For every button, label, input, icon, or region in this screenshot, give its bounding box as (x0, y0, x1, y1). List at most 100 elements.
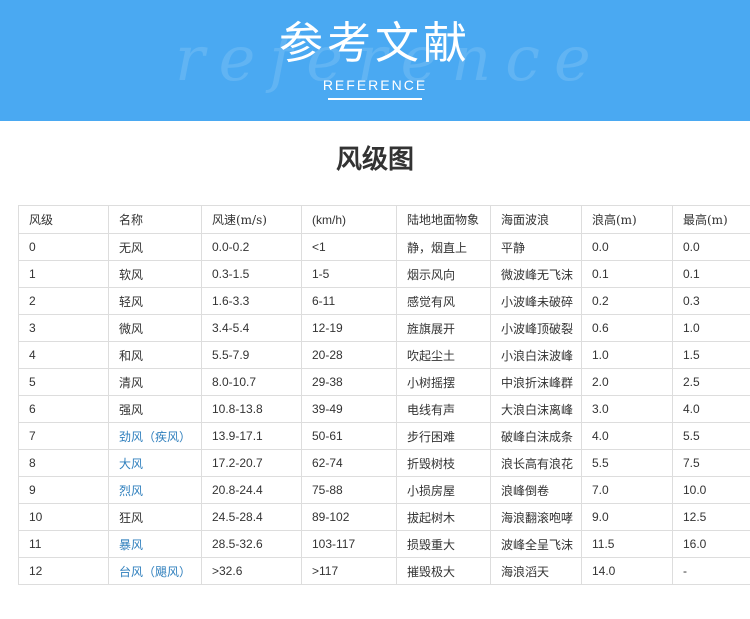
cell-land-phenomena: 静，烟直上 (396, 233, 491, 261)
cell-speed-ms: 8.0-10.7 (201, 368, 302, 396)
cell-speed-kmh: 29-38 (301, 368, 397, 396)
cell-land-phenomena: 小损房屋 (396, 476, 491, 504)
cell-name[interactable]: 台风（飓风） (108, 557, 202, 585)
cell-max-height: 5.5 (672, 422, 750, 450)
table-row: 11 暴风 28.5-32.6 103-117 损毁重大 波峰全呈飞沫 11.5 16.0 (18, 530, 750, 558)
cell-wave-height: 4.0 (581, 422, 673, 450)
cell-speed-ms: 0.0-0.2 (201, 233, 302, 261)
cell-wave-height: 14.0 (581, 557, 673, 585)
header-land-phenomena: 陆地地面物象 (396, 205, 491, 234)
cell-speed-kmh: <1 (301, 233, 397, 261)
cell-speed-kmh: 75-88 (301, 476, 397, 504)
cell-speed-kmh: 103-117 (301, 530, 397, 558)
cell-land-phenomena: 电线有声 (396, 395, 491, 423)
cell-level: 8 (18, 449, 109, 477)
cell-sea-waves: 微波峰无飞沫 (490, 260, 582, 288)
cell-max-height: 0.0 (672, 233, 750, 261)
wind-scale-table: 风级 名称 风速(m/s) (km/h) 陆地地面物象 海面波浪 浪高(m) 最… (18, 205, 750, 585)
cell-max-height: 2.5 (672, 368, 750, 396)
cell-sea-waves: 海浪滔天 (490, 557, 582, 585)
cell-max-height: 10.0 (672, 476, 750, 504)
cell-wave-height: 11.5 (581, 530, 673, 558)
cell-level: 9 (18, 476, 109, 504)
cell-name: 微风 (108, 314, 202, 342)
table-row: 12 台风（飓风） >32.6 >117 摧毁极大 海浪滔天 14.0- (18, 557, 750, 585)
cell-name: 狂风 (108, 503, 202, 531)
cell-speed-kmh: 1-5 (301, 260, 397, 288)
cell-speed-ms: 17.2-20.7 (201, 449, 302, 477)
header-wave-height: 浪高(m) (581, 205, 673, 234)
cell-wave-height: 0.0 (581, 233, 673, 261)
cell-sea-waves: 小波峰顶破裂 (490, 314, 582, 342)
cell-max-height: 0.3 (672, 287, 750, 315)
cell-sea-waves: 海浪翻滚咆哮 (490, 503, 582, 531)
header-name: 名称 (108, 205, 202, 234)
cell-wave-height: 3.0 (581, 395, 673, 423)
cell-sea-waves: 小波峰未破碎 (490, 287, 582, 315)
cell-max-height: 4.0 (672, 395, 750, 423)
table-row: 0 无风 0.0-0.2 <1 静，烟直上 平静 0.0 0.0 (18, 233, 750, 261)
table-row: 4 和风 5.5-7.9 20-28 吹起尘土 小浪白沫波峰 1.0 1.5 (18, 341, 750, 369)
cell-speed-kmh: 89-102 (301, 503, 397, 531)
cell-level: 0 (18, 233, 109, 261)
cell-sea-waves: 浪长高有浪花 (490, 449, 582, 477)
cell-speed-ms: 1.6-3.3 (201, 287, 302, 315)
cell-sea-waves: 中浪折沫峰群 (490, 368, 582, 396)
cell-land-phenomena: 折毁树枝 (396, 449, 491, 477)
cell-speed-ms: 24.5-28.4 (201, 503, 302, 531)
cell-name: 清风 (108, 368, 202, 396)
cell-name: 轻风 (108, 287, 202, 315)
cell-speed-ms: 13.9-17.1 (201, 422, 302, 450)
cell-speed-ms: 0.3-1.5 (201, 260, 302, 288)
cell-level: 5 (18, 368, 109, 396)
cell-sea-waves: 破峰白沫成条 (490, 422, 582, 450)
cell-speed-kmh: 6-11 (301, 287, 397, 315)
cell-level: 4 (18, 341, 109, 369)
cell-name: 无风 (108, 233, 202, 261)
cell-level: 7 (18, 422, 109, 450)
cell-wave-height: 0.1 (581, 260, 673, 288)
cell-speed-kmh: 62-74 (301, 449, 397, 477)
cell-land-phenomena: 步行困难 (396, 422, 491, 450)
cell-name[interactable]: 劲风（疾风） (108, 422, 202, 450)
header-speed-ms: 风速(m/s) (201, 205, 302, 234)
cell-name[interactable]: 暴风 (108, 530, 202, 558)
table-row: 2 轻风 1.6-3.3 6-11 感觉有风 小波峰未破碎 0.2 0.3 (18, 287, 750, 315)
cell-land-phenomena: 烟示风向 (396, 260, 491, 288)
cell-land-phenomena: 吹起尘土 (396, 341, 491, 369)
cell-speed-kmh: 39-49 (301, 395, 397, 423)
cell-speed-kmh: 20-28 (301, 341, 397, 369)
cell-max-height: 12.5 (672, 503, 750, 531)
cell-level: 3 (18, 314, 109, 342)
cell-speed-ms: 3.4-5.4 (201, 314, 302, 342)
table-row: 9 烈风 20.8-24.4 75-88 小损房屋 浪峰倒卷 7.0 10.0 (18, 476, 750, 504)
cell-sea-waves: 浪峰倒卷 (490, 476, 582, 504)
cell-max-height: 1.5 (672, 341, 750, 369)
header-speed-kmh: (km/h) (301, 205, 397, 234)
cell-name[interactable]: 烈风 (108, 476, 202, 504)
cell-name[interactable]: 大风 (108, 449, 202, 477)
cell-level: 11 (18, 530, 109, 558)
table-row: 3 微风 3.4-5.4 12-19 旌旗展开 小波峰顶破裂 0.6 1.0 (18, 314, 750, 342)
table-body: 0 无风 0.0-0.2 <1 静，烟直上 平静 0.0 0.0 1 软风 0.3-1.5 1-5 烟示… (18, 233, 750, 585)
table-row: 6 强风 10.8-13.8 39-49 电线有声 大浪白沫离峰 3.0 4.0 (18, 395, 750, 423)
cell-land-phenomena: 小树摇摆 (396, 368, 491, 396)
cell-max-height: 16.0 (672, 530, 750, 558)
cell-max-height: - (672, 557, 750, 585)
page-title: 参考文献 (279, 18, 471, 69)
subtitle-underline (328, 98, 422, 100)
cell-name: 软风 (108, 260, 202, 288)
cell-sea-waves: 平静 (490, 233, 582, 261)
cell-speed-kmh: >117 (301, 557, 397, 585)
cell-land-phenomena: 摧毁极大 (396, 557, 491, 585)
cell-name: 和风 (108, 341, 202, 369)
table-row: 5 清风 8.0-10.7 29-38 小树摇摆 中浪折沫峰群 2.0 2.5 (18, 368, 750, 396)
cell-wave-height: 0.2 (581, 287, 673, 315)
cell-land-phenomena: 损毁重大 (396, 530, 491, 558)
cell-max-height: 0.1 (672, 260, 750, 288)
cell-land-phenomena: 感觉有风 (396, 287, 491, 315)
cell-wave-height: 9.0 (581, 503, 673, 531)
cell-level: 2 (18, 287, 109, 315)
cell-level: 6 (18, 395, 109, 423)
cell-name: 强风 (108, 395, 202, 423)
